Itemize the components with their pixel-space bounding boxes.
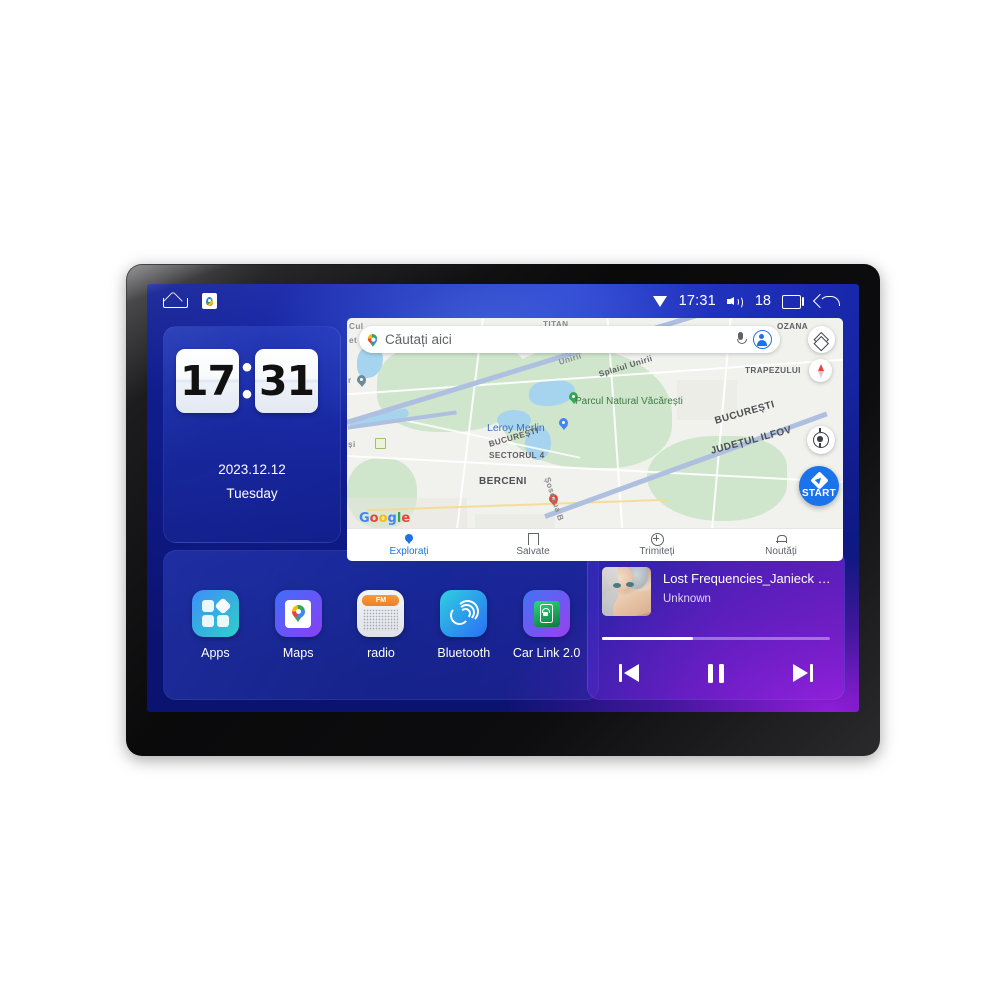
recent-apps-icon[interactable] [782,293,804,309]
microphone-icon[interactable] [735,332,747,347]
map-layers-icon[interactable] [808,326,835,353]
apps-grid-icon [191,590,239,637]
clock-colon: • • [241,351,253,411]
search-maps-pin-icon [367,333,378,347]
fm-radio-icon: FM [357,590,405,637]
dock-item-car-link[interactable]: Car Link 2.0 [511,590,583,660]
playback-progress-fill [602,637,694,640]
map-label: TRAPEZULUI [745,366,801,375]
volume-icon[interactable] [726,294,744,309]
map-search-bar[interactable]: Căutați aici [359,326,780,353]
clock-weekday: Tuesday [226,486,278,501]
google-maps-icon [274,590,322,637]
google-maps-icon[interactable] [202,293,217,309]
next-track-icon[interactable] [786,660,820,686]
map-pin[interactable] [559,418,568,430]
map-nav-label: Explorați [389,546,429,557]
map-nav-label: Trimiteți [639,546,675,557]
map-nav-explorați[interactable]: Explorați [347,533,471,557]
map-label: și [348,440,356,449]
car-head-unit-device: 17:31 18 17 • • 31 2023.12.12 Tuesday TI… [126,264,880,756]
explore-pin-icon [405,533,413,545]
track-title: Lost Frequencies_Janieck Devy-... [663,571,834,586]
album-art [602,567,651,616]
my-location-icon[interactable] [807,426,835,454]
dock-label-apps: Apps [201,646,230,660]
wifi-icon[interactable] [652,295,668,308]
map-label: Cul [349,322,364,331]
dock-label-bluetooth: Bluetooth [437,646,491,660]
app-dock: Apps Maps FM radio Bluetooth Car Link 2.… [163,550,599,700]
car-link-icon [523,590,571,637]
status-bar-left [147,293,217,309]
dock-label-car-link: Car Link 2.0 [512,646,581,660]
dock-item-apps[interactable]: Apps [179,590,251,660]
map-widget[interactable]: TITAN OZANA Cul et Unirii Splaiul Unirii TRAPE… [347,318,843,561]
map-label: et [349,336,358,345]
fm-badge: FM [362,595,400,606]
clock-widget[interactable]: 17 • • 31 2023.12.12 Tuesday [163,326,341,543]
map-label: SECTORUL 4 [489,451,545,460]
map-nav-trimiteți[interactable]: Trimiteți [595,532,719,557]
navigation-arrow-icon [813,474,826,487]
map-nav-label: Noutăți [765,546,797,557]
device-screen: 17:31 18 17 • • 31 2023.12.12 Tuesday TI… [147,284,859,712]
send-plus-icon [650,532,664,546]
bluetooth-phone-icon [440,590,488,637]
map-nav-salvate[interactable]: Salvate [471,533,595,557]
map-label: Parcul Natural Văcărești [575,396,683,407]
bookmark-icon [527,533,539,550]
bell-icon [776,533,787,545]
status-bar-right: 17:31 18 [652,293,859,310]
home-icon[interactable] [163,294,188,308]
flip-clock: 17 • • 31 [176,349,318,413]
pause-icon[interactable] [699,660,733,686]
status-bar: 17:31 18 [147,284,859,318]
playback-progress-bar[interactable] [602,637,830,640]
map-nav-noutăți[interactable]: Noutăți [719,533,843,557]
dock-item-radio[interactable]: FM radio [345,590,417,660]
dock-item-bluetooth[interactable]: Bluetooth [428,590,500,660]
clock-date: 2023.12.12 [218,462,286,477]
map-label: r [348,376,352,385]
volume-level: 18 [754,293,771,309]
dock-label-maps: Maps [282,646,314,660]
home-screen: 17 • • 31 2023.12.12 Tuesday TITAN OZANA… [147,318,859,712]
map-label: BERCENI [479,476,527,487]
google-attribution: Google [359,511,411,526]
map-bottom-nav: Explorați Salvate Trimiteți Noutăți [347,528,843,561]
compass-icon[interactable] [809,359,832,382]
dock-label-radio: radio [367,646,395,660]
map-label: OZANA [777,322,809,331]
music-player-widget[interactable]: Lost Frequencies_Janieck Devy-... Unknow… [587,550,845,700]
playback-controls [602,657,830,689]
track-artist: Unknown [663,593,711,605]
previous-track-icon[interactable] [612,660,646,686]
map-search-placeholder: Căutați aici [385,332,452,347]
clock-hours: 17 [176,349,239,413]
dock-item-maps[interactable]: Maps [262,590,334,660]
clock-minutes: 31 [255,349,318,413]
map-pin[interactable] [357,375,366,387]
back-arrow-icon[interactable] [815,293,840,310]
maps-pin-glyph [206,296,213,306]
status-bar-clock: 17:31 [678,293,716,309]
navigation-start-button[interactable]: START [799,466,839,506]
account-avatar-icon[interactable] [753,330,772,349]
